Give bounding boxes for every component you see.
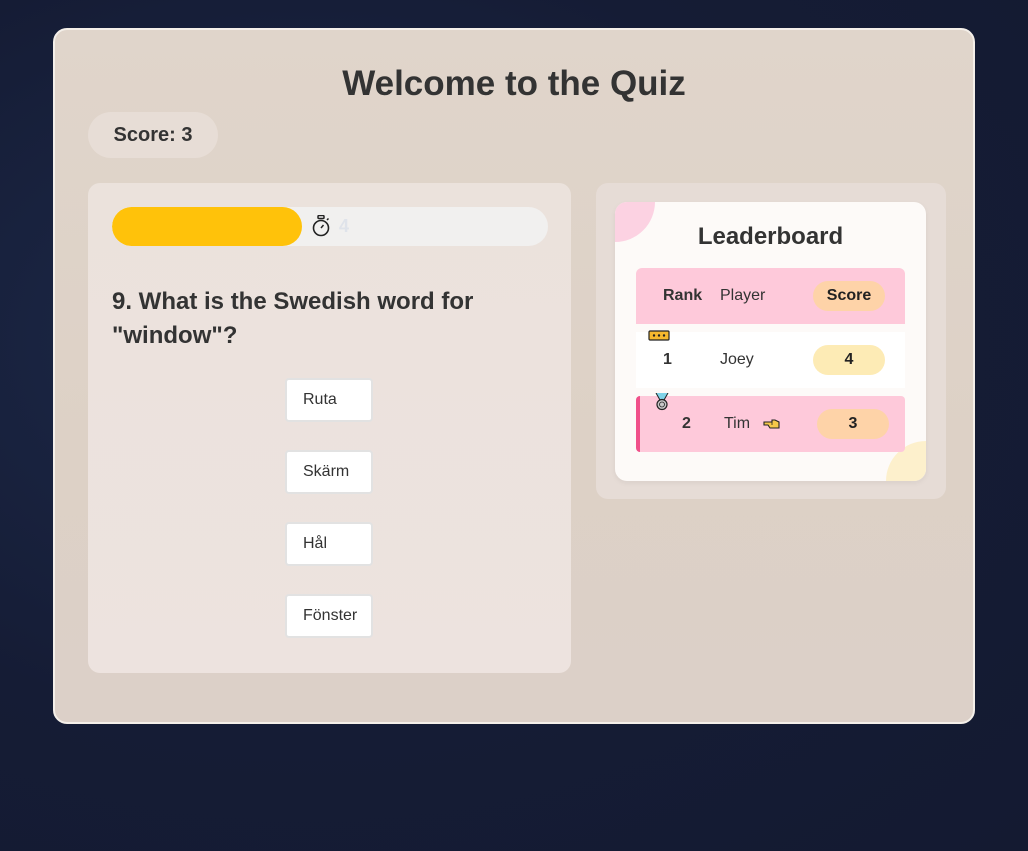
- leaderboard-card: Leaderboard Rank Player Score 1 Joey 4 2…: [615, 202, 926, 481]
- answer-button-skarm[interactable]: Skärm: [285, 450, 373, 494]
- leaderboard-panel: Leaderboard Rank Player Score 1 Joey 4 2…: [596, 183, 946, 499]
- leaderboard-row: 1 Joey 4: [636, 330, 905, 388]
- timer-progress-bar: 4: [112, 207, 548, 246]
- quiz-card: Welcome to the Quiz Score: 3 4 9. What i…: [53, 28, 975, 724]
- score-badge: Score: 3: [88, 112, 218, 158]
- pointing-hand-icon: [763, 419, 780, 429]
- leaderboard-row-current-player: 2 Tim 3: [636, 393, 905, 452]
- medal-icon: [655, 393, 669, 411]
- rank-header: Rank: [663, 287, 703, 304]
- answer-button-fonster[interactable]: Fönster: [285, 594, 373, 638]
- page-title: Welcome to the Quiz: [342, 64, 686, 103]
- leaderboard-title: Leaderboard: [697, 223, 844, 250]
- answer-button-ruta[interactable]: Ruta: [285, 378, 373, 422]
- rank-value: 2: [682, 415, 691, 432]
- stopwatch-icon: [312, 215, 330, 237]
- answer-button-hal[interactable]: Hål: [285, 522, 373, 566]
- timer-seconds: 4: [339, 216, 350, 236]
- timer-progress-fill: [112, 207, 302, 246]
- score-header: Score: [813, 281, 885, 311]
- leaderboard-header-row: Rank Player Score: [636, 268, 905, 324]
- player-name: Tim: [724, 415, 751, 432]
- player-header: Player: [720, 287, 766, 304]
- player-score: 4: [813, 345, 885, 375]
- player-score: 3: [817, 409, 889, 439]
- question-panel: 4 9. What is the Swedish word for "windo…: [88, 183, 571, 673]
- question-text: 9. What is the Swedish word for "window"…: [112, 288, 474, 349]
- player-name: Joey: [720, 351, 754, 368]
- rank-value: 1: [663, 351, 672, 368]
